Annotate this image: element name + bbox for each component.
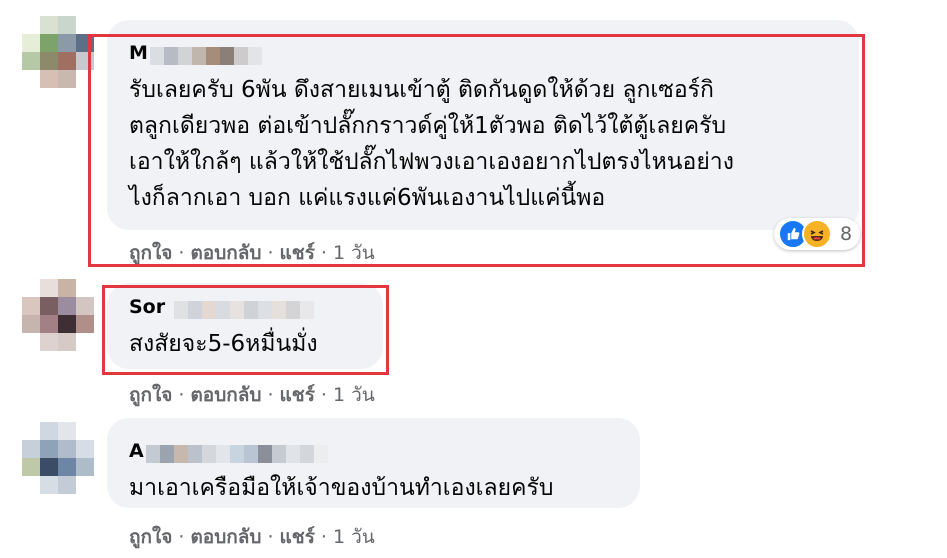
comment-actions: ถูกใจ · ตอบกลับ · แชร์ · 1 วัน (129, 380, 375, 410)
avatar[interactable] (22, 16, 94, 88)
reply-button[interactable]: ตอบกลับ (190, 522, 261, 552)
comment-text: มาเอาเครือมือให้เจ้าของบ้านทำเองเลยครับ (129, 470, 553, 506)
separator: · (320, 384, 327, 406)
separator: · (178, 526, 185, 548)
like-button[interactable]: ถูกใจ (129, 522, 172, 552)
like-button[interactable]: ถูกใจ (129, 380, 172, 410)
comment-line: มาเอาเครือมือให้เจ้าของบ้านทำเองเลยครับ (129, 475, 554, 501)
reply-button[interactable]: ตอบกลับ (190, 380, 261, 410)
highlight-box (102, 285, 389, 375)
timestamp[interactable]: 1 วัน (333, 380, 375, 410)
comment-author[interactable]: A (129, 440, 144, 462)
separator: · (178, 384, 185, 406)
separator: · (267, 384, 274, 406)
avatar[interactable] (22, 422, 94, 494)
blurred-author-name (146, 445, 328, 463)
highlight-box (88, 34, 865, 267)
share-button[interactable]: แชร์ (280, 522, 315, 552)
share-button[interactable]: แชร์ (280, 380, 315, 410)
separator: · (267, 526, 274, 548)
comment-actions: ถูกใจ · ตอบกลับ · แชร์ · 1 วัน (129, 522, 375, 552)
avatar[interactable] (22, 279, 94, 351)
timestamp[interactable]: 1 วัน (333, 522, 375, 552)
separator: · (320, 526, 327, 548)
